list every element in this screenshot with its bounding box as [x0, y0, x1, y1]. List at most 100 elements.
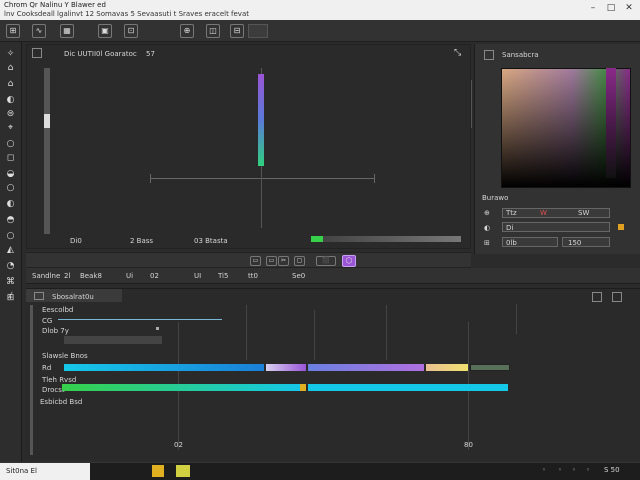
timeline-marker-left-label: 02 [174, 441, 183, 449]
box-button[interactable]: ▢ [294, 256, 305, 266]
track-2-line [58, 319, 222, 320]
grid-icon[interactable]: ▦ [60, 24, 74, 38]
status-item-6: UI [194, 272, 202, 280]
viewport-menu-icon[interactable] [32, 48, 42, 58]
viewport-scrollbar[interactable] [44, 68, 50, 234]
axis-tick-right [374, 174, 375, 183]
field-1[interactable] [502, 208, 610, 218]
timeline-grid-line [386, 305, 387, 360]
circle-icon[interactable]: ○ [4, 138, 17, 151]
volume-icon[interactable]: ◦ [570, 466, 578, 474]
shade-icon[interactable]: ◐ [4, 198, 17, 211]
clip-bar-cyan-2[interactable] [308, 384, 508, 391]
status-item-1: Sandlne [32, 272, 61, 280]
frame-icon[interactable]: ▣ [98, 24, 112, 38]
curve-icon[interactable]: ∿ [32, 24, 46, 38]
home-icon[interactable]: ⌂ [4, 62, 17, 75]
track-field[interactable] [64, 336, 162, 344]
contrast-icon[interactable]: ◐ [4, 94, 17, 107]
menu-bar[interactable]: lnv Cooksdeall lgalinvt 12 Somavas 5 Sev… [4, 10, 249, 18]
layout-icon[interactable]: ⊟ [230, 24, 244, 38]
battery-icon[interactable]: ◦ [584, 466, 592, 474]
timeline-scrollbar[interactable] [30, 305, 33, 455]
panel-menu-icon[interactable] [484, 50, 494, 60]
track-label-2: CG [42, 317, 53, 325]
square-icon[interactable]: ◻ [4, 152, 17, 165]
playhead-marker[interactable] [300, 384, 306, 391]
timeline-grid-line [516, 304, 517, 334]
viewport-header-label: Dic UUTII0l Goaratoc [64, 50, 137, 58]
timeline-panel [26, 288, 640, 460]
clip-bar-gold[interactable] [426, 364, 468, 371]
timeline-menu-icon[interactable] [34, 292, 44, 300]
viewport-slider[interactable] [311, 236, 461, 242]
command-icon[interactable]: ⌘ [4, 276, 17, 289]
start-label: Sit0na El [6, 467, 37, 475]
shape-button[interactable]: ⬡ [342, 255, 356, 267]
target-icon[interactable]: ⊜ [4, 108, 17, 121]
half-circle-icon[interactable]: ◒ [4, 168, 17, 181]
expand-icon[interactable]: ⤡ [454, 48, 461, 58]
frame-button[interactable]: ▭ [250, 256, 261, 266]
field-1-tag: W [540, 209, 547, 217]
cut-button[interactable]: ✂ [278, 256, 289, 266]
hue-slider[interactable] [606, 68, 616, 178]
track-label-4: Slawsle Bnos [42, 352, 88, 360]
minimize-button[interactable]: – [586, 2, 600, 14]
track-3-keyframe[interactable] [156, 327, 159, 330]
field-1-tag-2: SW [578, 209, 590, 217]
clip-bar-violet[interactable] [308, 364, 424, 371]
viewport-scroll-thumb[interactable] [44, 114, 50, 128]
timeline-title: Sbosalrat0u [52, 293, 94, 301]
viewport-bottom-label-2: 2 Bass [130, 237, 154, 245]
track-label-3: Dlob 7y [42, 327, 69, 335]
close-button[interactable]: ✕ [622, 2, 636, 14]
frame-button-2[interactable]: ▭ [266, 256, 277, 266]
field-1-icon: ⊕ [484, 209, 490, 217]
ring-icon[interactable]: ○ [4, 182, 17, 195]
fill-button[interactable]: ⬛ [316, 256, 336, 266]
app-icon[interactable] [176, 465, 190, 477]
left-toolbar: ✧ ⌂ ⌂ ◐ ⊜ ⌖ ○ ◻ ◒ ○ ◐ ◓ ○ ◭ ◔ ⌘ ⌿ ⊞ [0, 42, 22, 462]
axis-tick-left [150, 174, 151, 183]
field-3-value: 0lb [506, 239, 517, 247]
triangle-icon[interactable]: ◭ [4, 244, 17, 257]
tool-icon[interactable]: ⊞ [6, 24, 20, 38]
timeline-options-icon[interactable] [612, 292, 622, 302]
color-panel-section-label: Burawo [482, 194, 509, 202]
toolbar-field[interactable] [248, 24, 268, 38]
maximize-button[interactable]: □ [604, 2, 618, 14]
clip-bar-lilac[interactable] [266, 364, 306, 371]
panel-icon[interactable]: ◫ [206, 24, 220, 38]
field-3b-value: 150 [568, 239, 582, 247]
ellipse-icon[interactable]: ○ [4, 230, 17, 243]
crosshair-icon[interactable]: ⌖ [4, 122, 17, 135]
tray-icon[interactable]: ◦ [540, 466, 548, 474]
star-icon[interactable]: ✧ [4, 48, 17, 61]
grid-tool-icon[interactable]: ⊞ [4, 292, 17, 305]
select-icon[interactable]: ⊡ [124, 24, 138, 38]
clip-bar-olive[interactable] [470, 364, 510, 371]
track-label-6: Tleh Rvsd [42, 376, 77, 384]
timeline-settings-icon[interactable] [592, 292, 602, 302]
title-bar: Chrom Qr Nalinu Y Blawer ed lnv Cooksdea… [0, 0, 640, 20]
toolbar: ⊞ ∿ ▦ ▣ ⊡ ⊕ ◫ ⊟ [0, 20, 640, 42]
field-2[interactable] [502, 222, 610, 232]
folder-icon[interactable] [152, 465, 164, 477]
gradient-stroke[interactable] [258, 74, 264, 166]
clip-bar-green[interactable] [62, 384, 300, 391]
house-icon[interactable]: ⌂ [4, 78, 17, 91]
status-item-9: Se0 [292, 272, 306, 280]
viewport[interactable] [26, 44, 471, 249]
field-3-icon: ⊞ [484, 239, 490, 247]
track-label-1: Eescolbd [42, 306, 74, 314]
viewport-controls-bar [26, 252, 471, 268]
pie-icon[interactable]: ◔ [4, 260, 17, 273]
add-icon[interactable]: ⊕ [180, 24, 194, 38]
clip-bar-cyan[interactable] [64, 364, 264, 371]
fill-icon[interactable]: ◓ [4, 214, 17, 227]
status-item-2: 2l [64, 272, 71, 280]
network-icon[interactable]: ◦ [556, 466, 564, 474]
track-label-5: Rd [42, 364, 52, 372]
status-row [26, 268, 640, 284]
